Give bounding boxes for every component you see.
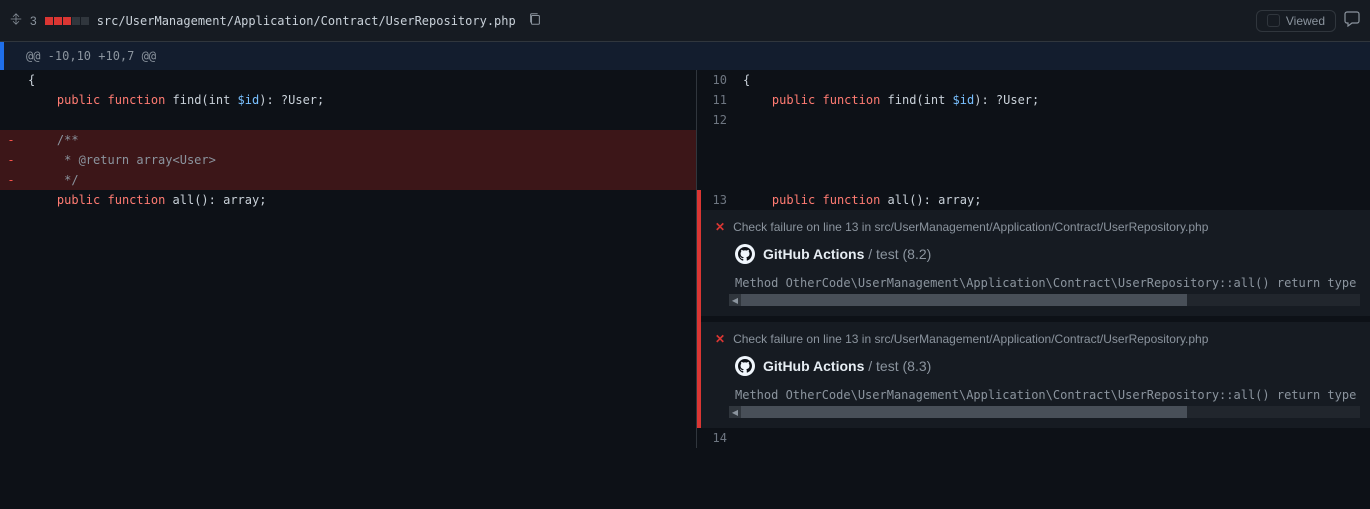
code-content: { xyxy=(22,70,696,90)
scroll-thumb[interactable] xyxy=(741,294,1187,306)
line-marker: - xyxy=(0,150,22,170)
alignment-spacer xyxy=(697,130,1370,190)
github-icon xyxy=(735,356,755,376)
viewed-checkbox[interactable] xyxy=(1267,14,1280,27)
diff-container: { public function find(int $id): ?User;-… xyxy=(0,70,1370,448)
code-line[interactable]: - * @return array<User> xyxy=(0,150,696,170)
viewed-label: Viewed xyxy=(1286,14,1325,28)
scroll-track[interactable] xyxy=(741,406,1360,418)
code-content: public function all(): array; xyxy=(22,190,696,210)
code-line[interactable]: 13 public function all(): array; xyxy=(697,190,1370,210)
annotation-source[interactable]: GitHub Actions / test (8.3) xyxy=(735,356,1360,376)
scroll-left-arrow[interactable]: ◀ xyxy=(729,294,741,306)
annotation-source-text: GitHub Actions / test (8.3) xyxy=(763,358,931,374)
annotation-title: ✕ Check failure on line 13 in src/UserMa… xyxy=(715,332,1360,346)
code-content: public function find(int $id): ?User; xyxy=(737,90,1370,110)
expand-collapse-icon[interactable] xyxy=(10,13,22,28)
code-content: { xyxy=(737,70,1370,90)
scroll-thumb[interactable] xyxy=(741,406,1187,418)
failure-icon: ✕ xyxy=(715,220,725,234)
github-icon xyxy=(735,244,755,264)
diff-left-side: { public function find(int $id): ?User;-… xyxy=(0,70,697,448)
change-indicator xyxy=(45,17,89,25)
code-line[interactable]: 11 public function find(int $id): ?User; xyxy=(697,90,1370,110)
code-content: public function all(): array; xyxy=(737,190,1370,210)
code-content: * @return array<User> xyxy=(22,150,696,170)
annotation-source[interactable]: GitHub Actions / test (8.2) xyxy=(735,244,1360,264)
code-line[interactable]: 14 xyxy=(697,428,1370,448)
line-number: 11 xyxy=(697,90,737,110)
annotation-title-text: Check failure on line 13 in src/UserMana… xyxy=(733,220,1208,234)
code-line[interactable]: - */ xyxy=(0,170,696,190)
scroll-left-arrow[interactable]: ◀ xyxy=(729,406,741,418)
hunk-text: @@ -10,10 +10,7 @@ xyxy=(26,49,156,63)
file-path[interactable]: src/UserManagement/Application/Contract/… xyxy=(97,14,516,28)
bar-deletion xyxy=(45,17,53,25)
line-number: 10 xyxy=(697,70,737,90)
line-marker xyxy=(0,110,22,130)
code-content xyxy=(737,428,1370,448)
code-line[interactable]: public function all(): array; xyxy=(0,190,696,210)
check-annotation[interactable]: ✕ Check failure on line 13 in src/UserMa… xyxy=(697,322,1370,428)
code-content: /** xyxy=(22,130,696,150)
code-line[interactable]: - /** xyxy=(0,130,696,150)
check-annotation[interactable]: ✕ Check failure on line 13 in src/UserMa… xyxy=(697,210,1370,316)
hunk-header[interactable]: @@ -10,10 +10,7 @@ xyxy=(0,42,1370,70)
annotation-message: Method OtherCode\UserManagement\Applicat… xyxy=(735,388,1360,406)
bar-deletion xyxy=(54,17,62,25)
line-marker xyxy=(0,90,22,110)
file-header-right: Viewed xyxy=(1256,10,1360,32)
annotation-title: ✕ Check failure on line 13 in src/UserMa… xyxy=(715,220,1360,234)
code-line[interactable]: 12 xyxy=(697,110,1370,130)
line-marker xyxy=(0,70,22,90)
line-marker xyxy=(0,190,22,210)
copy-path-icon[interactable] xyxy=(528,12,542,29)
code-content xyxy=(22,110,696,130)
comment-icon[interactable] xyxy=(1344,11,1360,30)
bar-neutral xyxy=(72,17,80,25)
horizontal-scrollbar[interactable]: ◀ xyxy=(729,406,1360,418)
line-number: 14 xyxy=(697,428,737,448)
scroll-track[interactable] xyxy=(741,294,1360,306)
bar-neutral xyxy=(81,17,89,25)
failure-icon: ✕ xyxy=(715,332,725,346)
code-line[interactable] xyxy=(0,110,696,130)
annotation-message: Method OtherCode\UserManagement\Applicat… xyxy=(735,276,1360,294)
diff-right-side: 10{11 public function find(int $id): ?Us… xyxy=(697,70,1370,448)
line-number: 12 xyxy=(697,110,737,130)
file-header-left: 3 src/UserManagement/Application/Contrac… xyxy=(10,12,542,29)
file-header: 3 src/UserManagement/Application/Contrac… xyxy=(0,0,1370,42)
code-line[interactable]: public function find(int $id): ?User; xyxy=(0,90,696,110)
horizontal-scrollbar[interactable]: ◀ xyxy=(729,294,1360,306)
code-content: public function find(int $id): ?User; xyxy=(22,90,696,110)
code-content xyxy=(737,110,1370,130)
code-line[interactable]: 10{ xyxy=(697,70,1370,90)
change-count: 3 xyxy=(30,14,37,28)
code-content: */ xyxy=(22,170,696,190)
code-line[interactable]: { xyxy=(0,70,696,90)
line-marker: - xyxy=(0,170,22,190)
annotation-source-text: GitHub Actions / test (8.2) xyxy=(763,246,931,262)
annotation-title-text: Check failure on line 13 in src/UserMana… xyxy=(733,332,1208,346)
viewed-toggle[interactable]: Viewed xyxy=(1256,10,1336,32)
bar-deletion xyxy=(63,17,71,25)
annotation-marker xyxy=(697,190,701,210)
line-number: 13 xyxy=(697,190,737,210)
line-marker: - xyxy=(0,130,22,150)
